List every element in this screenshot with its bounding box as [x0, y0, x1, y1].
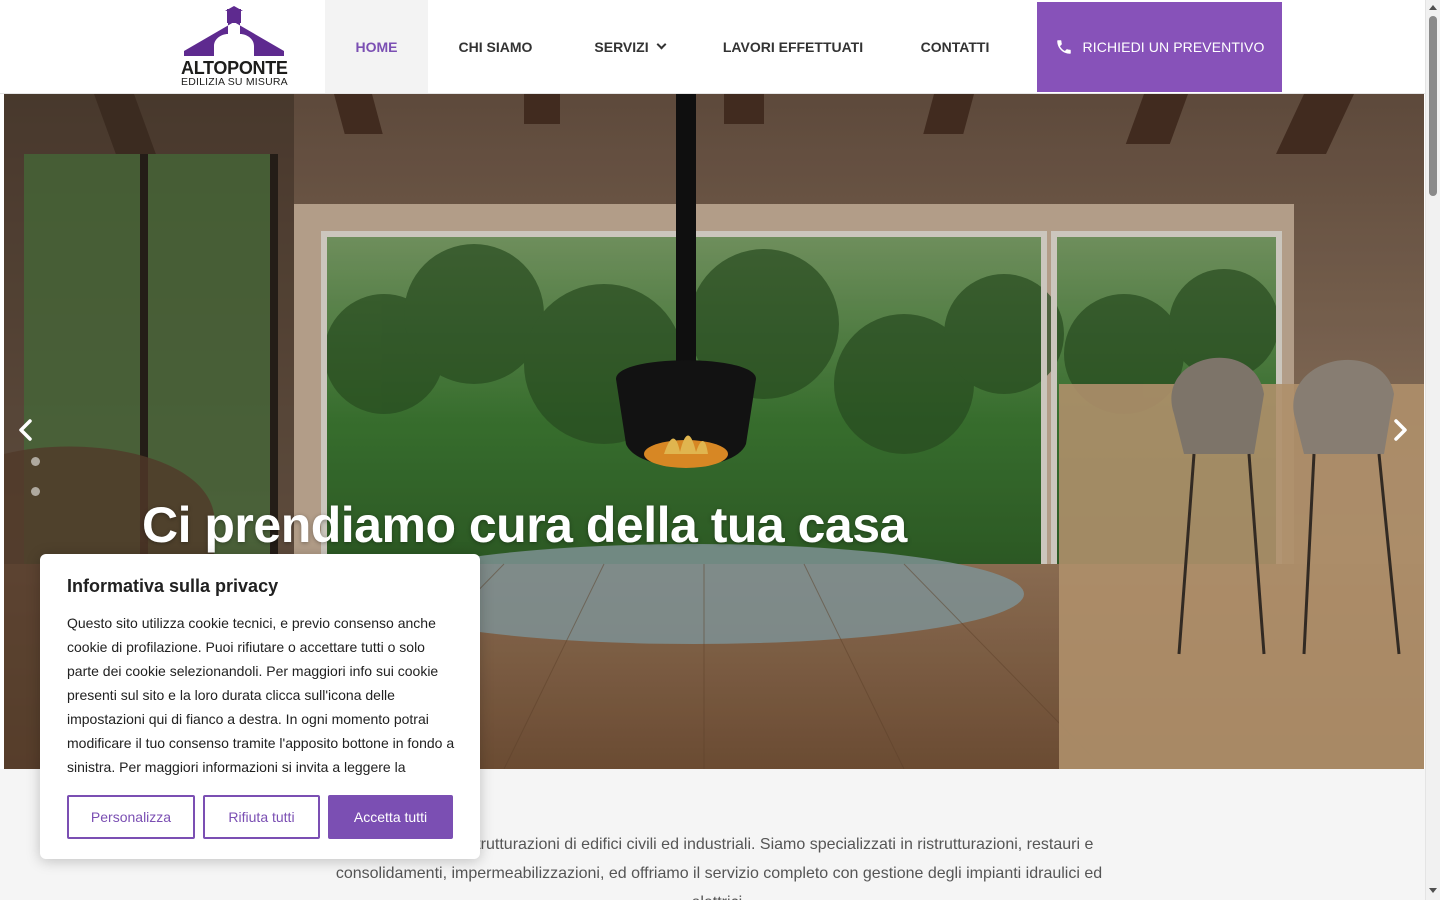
nav-item-lavori-effettuati[interactable]: LAVORI EFFETTUATI — [696, 0, 890, 93]
chevron-right-icon[interactable] — [1386, 416, 1414, 444]
quote-request-label: RICHIEDI UN PREVENTIVO — [1082, 39, 1265, 55]
chevron-left-icon[interactable] — [12, 416, 40, 444]
site-logo[interactable]: ALTOPONTE EDILIZIA SU MISURA — [178, 6, 290, 88]
main-nav: HOME CHI SIAMO SERVIZI LAVORI EFFETTUATI… — [325, 0, 1020, 93]
house-roof-logo-icon — [184, 6, 284, 56]
page-scrollbar[interactable] — [1425, 0, 1440, 900]
customize-cookies-button[interactable]: Personalizza — [67, 795, 195, 839]
nav-item-servizi[interactable]: SERVIZI — [563, 0, 696, 93]
logo-tagline: EDILIZIA SU MISURA — [181, 76, 288, 88]
cookie-banner-text: Questo sito utilizza cookie tecnici, e p… — [67, 615, 455, 775]
scroll-down-icon[interactable] — [1429, 888, 1437, 893]
scrollbar-thumb[interactable] — [1429, 16, 1437, 196]
nav-item-chi-siamo[interactable]: CHI SIAMO — [428, 0, 563, 93]
slider-dot[interactable] — [31, 487, 40, 496]
nav-item-contatti[interactable]: CONTATTI — [890, 0, 1020, 93]
accept-all-cookies-button[interactable]: Accetta tutti — [328, 795, 453, 839]
nav-item-servizi-label: SERVIZI — [594, 38, 649, 55]
scroll-up-icon[interactable] — [1429, 5, 1437, 10]
chevron-down-icon — [656, 39, 667, 50]
slider-dot[interactable] — [31, 457, 40, 466]
nav-item-home[interactable]: HOME — [325, 0, 428, 93]
quote-request-button[interactable]: RICHIEDI UN PREVENTIVO — [1037, 2, 1282, 92]
cookie-banner-title: Informativa sulla privacy — [67, 576, 279, 596]
site-header: ALTOPONTE EDILIZIA SU MISURA HOME CHI SI… — [0, 0, 1425, 94]
phone-icon — [1056, 40, 1071, 54]
hero-title: Ci prendiamo cura della tua casa — [142, 497, 907, 553]
cookie-consent-banner: Informativa sulla privacy Questo sito ut… — [40, 554, 480, 859]
reject-all-cookies-button[interactable]: Rifiuta tutti — [203, 795, 320, 839]
